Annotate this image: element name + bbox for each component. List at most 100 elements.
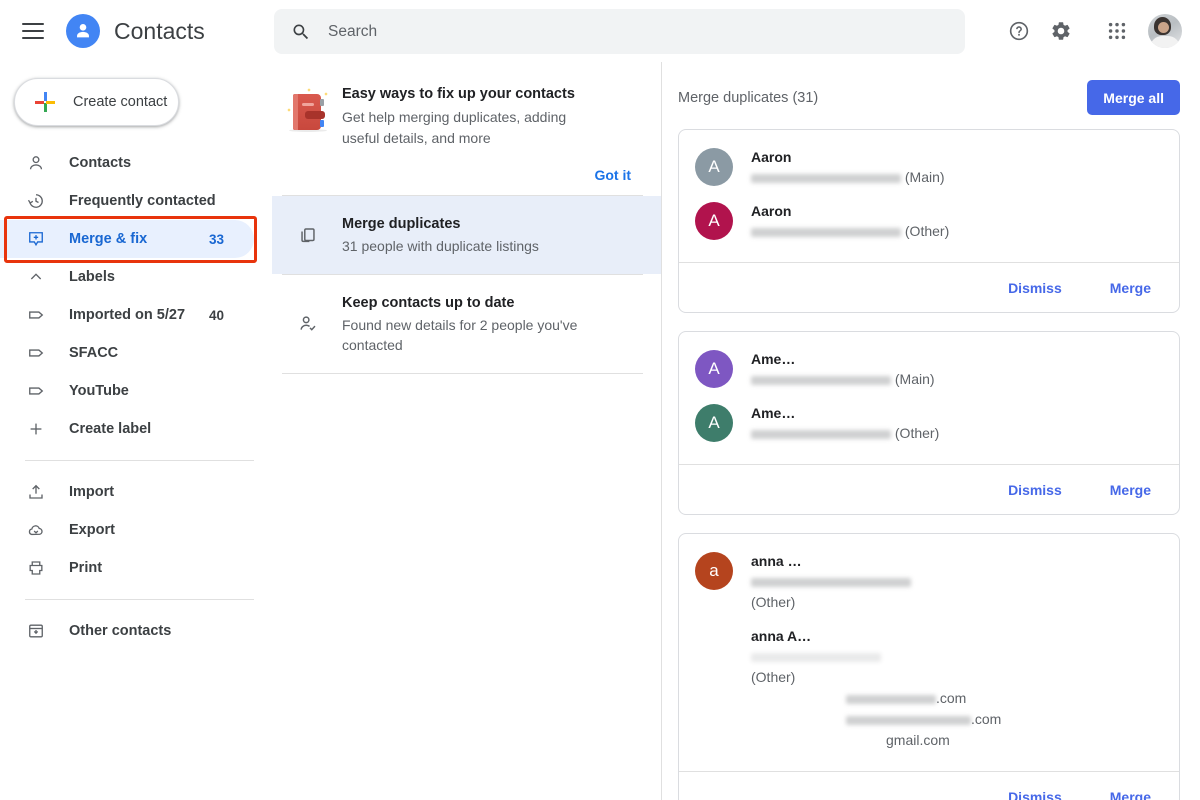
middle-divider-3 — [282, 373, 643, 374]
merge-button[interactable]: Merge — [1108, 274, 1153, 302]
label-icon — [25, 380, 47, 402]
redacted-email — [751, 429, 891, 439]
sidebar-item-label: Merge & fix — [69, 231, 148, 247]
sidebar-group-labels[interactable]: Labels — [0, 258, 272, 296]
sidebar-item-label: Import — [69, 484, 115, 500]
redacted-email — [751, 375, 891, 385]
sidebar-divider-2 — [25, 599, 254, 600]
sidebar-item-export[interactable]: Export — [0, 511, 254, 549]
contact-extra-email: gmail.com — [886, 732, 950, 748]
person-check-icon — [282, 313, 334, 335]
task-description: Found new details for 2 people you've co… — [342, 317, 578, 353]
contact-detail: (Other) — [751, 423, 1163, 444]
hamburger-menu-icon[interactable] — [22, 19, 46, 43]
export-icon — [25, 519, 47, 541]
sidebar-item-label: Frequently contacted — [69, 193, 216, 209]
sidebar-item-contacts[interactable]: Contacts — [0, 144, 254, 182]
app-title: Contacts — [114, 17, 205, 44]
sidebar-item-count: 33 — [208, 231, 224, 247]
contact-name: Aaron — [751, 149, 792, 165]
merge-button[interactable]: Merge — [1108, 476, 1153, 504]
sidebar-item-other-contacts[interactable]: Other contacts — [0, 612, 254, 650]
label-icon — [25, 342, 47, 364]
search-icon — [290, 21, 312, 43]
avatar: a — [695, 552, 733, 590]
person-circle-icon — [66, 14, 100, 48]
avatar: A — [695, 202, 733, 240]
sidebar-item-imported-on-5-27[interactable]: Imported on 5/27 40 — [0, 296, 254, 334]
sidebar-item-label: Imported on 5/27 — [69, 307, 186, 323]
avatar: A — [695, 148, 733, 186]
sidebar-item-import[interactable]: Import — [0, 473, 254, 511]
sidebar-item-frequently-contacted[interactable]: Frequently contacted — [0, 182, 254, 220]
task-description: 31 people with duplicate listings — [342, 238, 539, 254]
duplicate-person[interactable]: A Ame… (Main) — [695, 346, 1163, 400]
search-input[interactable] — [326, 9, 886, 54]
sidebar-item-count: 40 — [208, 307, 224, 323]
print-icon — [25, 557, 47, 579]
sidebar-nav: Contacts Frequently contacted Merge & fi… — [0, 144, 272, 650]
contact-source: (Other) — [751, 669, 796, 685]
sidebar-item-youtube[interactable]: YouTube — [0, 372, 254, 410]
sidebar-item-sfacc[interactable]: SFACC — [0, 334, 254, 372]
promo-card: Easy ways to fix up your contacts Get he… — [272, 62, 661, 157]
contact-source: (Other) — [751, 594, 796, 610]
chevron-up-icon — [25, 266, 47, 288]
sidebar: Create contact Contacts Frequently conta… — [0, 62, 272, 800]
sidebar-item-merge-and-fix[interactable]: Merge & fix 33 — [0, 220, 254, 258]
sidebar-item-label: Contacts — [69, 155, 132, 171]
merge-all-button[interactable]: Merge all — [1087, 80, 1180, 115]
avatar-initial: A — [708, 157, 720, 176]
got-it-button[interactable]: Got it — [594, 167, 631, 183]
duplicate-card: A Ame… (Main) A Ame… (Other) Dismiss Mer… — [678, 331, 1180, 515]
sidebar-divider-1 — [25, 460, 254, 461]
top-bar: Contacts — [0, 0, 1200, 62]
duplicate-person[interactable]: a anna … (Other) — [695, 548, 1163, 623]
contact-source: (Other) — [894, 425, 940, 441]
contact-source: (Main) — [904, 169, 945, 185]
redacted-email — [751, 577, 911, 587]
redacted-email — [846, 694, 936, 704]
duplicate-person[interactable]: anna A… (Other) .com .com gmail.com — [695, 623, 1163, 761]
duplicate-person[interactable]: A Aaron (Main) — [695, 144, 1163, 198]
avatar[interactable] — [1148, 14, 1182, 48]
gear-icon[interactable] — [1040, 10, 1082, 52]
avatar-initial: A — [708, 413, 720, 432]
task-keep-contacts-up-to-date[interactable]: Keep contacts up to date Found new detai… — [272, 275, 661, 373]
duplicate-person[interactable]: A Ame… (Other) — [695, 400, 1163, 454]
promo-description: Get help merging duplicates, adding usef… — [342, 109, 567, 146]
merge-button[interactable]: Merge — [1108, 783, 1153, 800]
search-bar[interactable] — [274, 9, 965, 54]
avatar-initial: A — [708, 359, 720, 378]
dismiss-button[interactable]: Dismiss — [1006, 274, 1064, 302]
sidebar-item-create-label[interactable]: Create label — [0, 410, 254, 448]
duplicate-person[interactable]: A Aaron (Other) — [695, 198, 1163, 252]
suggestions-panel: Easy ways to fix up your contacts Get he… — [272, 62, 661, 800]
apps-grid-icon[interactable] — [1096, 10, 1138, 52]
contact-detail: (Main) — [751, 167, 1163, 188]
redacted-email — [751, 652, 881, 662]
sidebar-group-label: Labels — [69, 269, 115, 285]
contact-name: anna A… — [751, 628, 812, 644]
sidebar-item-print[interactable]: Print — [0, 549, 254, 587]
app-brand[interactable]: Contacts — [66, 14, 205, 48]
create-contact-button[interactable]: Create contact — [14, 78, 179, 126]
redacted-email — [751, 227, 901, 237]
contact-extra-email: .com — [751, 688, 1163, 709]
duplicate-card: A Aaron (Main) A Aaron (Other) Dismiss M… — [678, 129, 1180, 313]
dismiss-button[interactable]: Dismiss — [1006, 476, 1064, 504]
task-merge-duplicates[interactable]: Merge duplicates 31 people with duplicat… — [272, 196, 661, 274]
contact-detail: (Main) — [751, 369, 1163, 390]
sidebar-item-label: Export — [69, 522, 115, 538]
sidebar-item-label: YouTube — [69, 383, 129, 399]
contact-name: anna … — [751, 553, 802, 569]
contact-source: (Main) — [894, 371, 935, 387]
help-icon[interactable] — [998, 10, 1040, 52]
sidebar-item-label: Other contacts — [69, 623, 172, 639]
duplicate-card-actions: Dismiss Merge — [679, 771, 1179, 800]
contact-name: Aaron — [751, 203, 792, 219]
history-icon — [25, 190, 47, 212]
sidebar-item-label: SFACC — [69, 345, 119, 361]
dismiss-button[interactable]: Dismiss — [1006, 783, 1064, 800]
duplicate-card: a anna … (Other) anna A… (Other) .com .c… — [678, 533, 1180, 800]
